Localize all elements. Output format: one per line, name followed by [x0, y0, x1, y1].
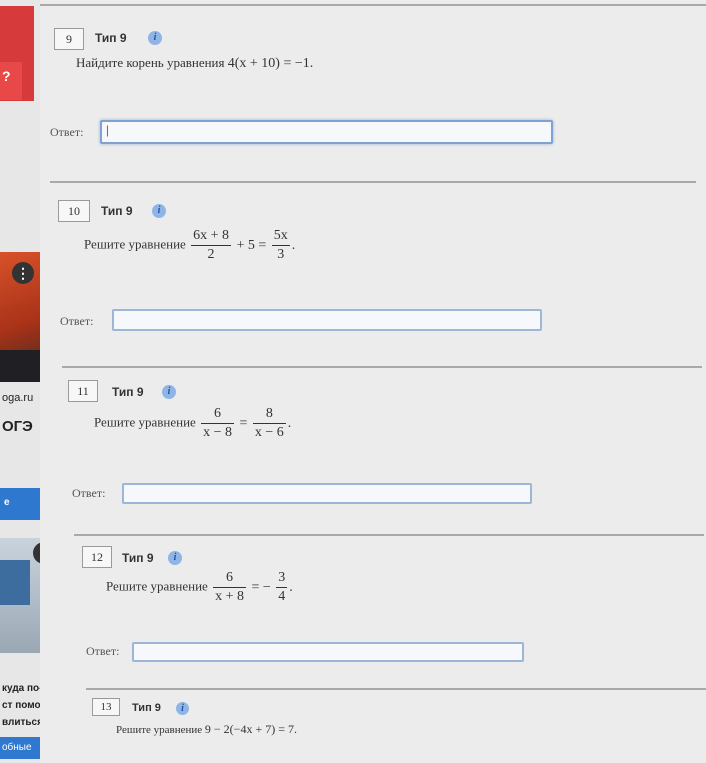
sidebar-exam-label: ОГЭ: [2, 418, 33, 435]
task-divider: [50, 181, 696, 183]
task-type-label: Тип 9: [101, 204, 133, 218]
sidebar-caption-line-1: куда по-: [2, 683, 43, 694]
task-statement: Решите уравнение 6x + 82 + 5 = 5x 3.: [84, 228, 295, 263]
task-equation: 4(x + 10) = −1.: [227, 56, 314, 71]
task-type-label: Тип 9: [112, 385, 144, 399]
task-statement: Решите уравнение 6x + 8 = − 34.: [106, 570, 293, 605]
fraction-denominator: x − 6: [254, 425, 284, 440]
fraction-denominator: 2: [207, 247, 215, 262]
equation-end: .: [287, 415, 292, 431]
task-number-9: 9: [54, 28, 84, 50]
task-equation: 9 − 2(−4x + 7) = 7.: [204, 722, 297, 736]
answer-input-12[interactable]: [132, 642, 524, 662]
fraction-numerator: 5x: [271, 228, 290, 246]
task-divider: [62, 366, 702, 368]
task-number-10: 10: [58, 200, 90, 222]
task-number-11: 11: [68, 380, 98, 402]
question-mark-icon: ?: [2, 68, 11, 84]
answer-label: Ответ:: [50, 125, 84, 139]
task-equation: 6x + 82 + 5 = 5x 3.: [189, 228, 296, 262]
answer-input-9[interactable]: |: [100, 120, 553, 144]
info-icon[interactable]: i: [176, 702, 189, 715]
task-number-13: 13: [92, 698, 120, 716]
task-statement: Найдите корень уравнения 4(x + 10) = −1.: [76, 55, 313, 72]
fraction-numerator: 6: [213, 570, 246, 588]
task-divider: [74, 534, 704, 536]
equation-operator: =: [239, 415, 248, 431]
task-type-label: Тип 9: [122, 551, 154, 565]
task-type-label: Тип 9: [132, 702, 161, 714]
answer-label: Ответ:: [60, 314, 94, 328]
fraction-numerator: 6x + 8: [191, 228, 231, 246]
task-prompt: Найдите корень уравнения: [76, 55, 225, 70]
task-prompt: Решите уравнение: [106, 578, 208, 594]
info-icon[interactable]: i: [148, 31, 162, 45]
equation-operator: + 5 =: [236, 237, 267, 253]
more-options-icon[interactable]: ⋮: [12, 262, 34, 284]
answer-label: Ответ:: [86, 644, 120, 658]
fraction-numerator: 3: [276, 570, 288, 588]
sidebar-ad-image-2-detail: [0, 560, 30, 605]
task-number-12: 12: [82, 546, 112, 568]
task-prompt: Решите уравнение: [116, 724, 203, 736]
fraction-denominator: x + 8: [215, 589, 244, 604]
sidebar-site-label: oga.ru: [2, 392, 34, 404]
task-statement: Решите уравнение 6x − 8 = 8x − 6.: [94, 406, 291, 441]
fraction-denominator: 4: [278, 589, 286, 604]
fraction-numerator: 8: [252, 406, 286, 424]
task-statement: Решите уравнение 9 − 2(−4x + 7) = 7.: [116, 722, 297, 737]
task-divider: [86, 688, 706, 690]
answer-input-11[interactable]: [122, 483, 532, 504]
task-divider: [40, 4, 706, 6]
task-equation: 6x + 8 = − 34.: [211, 570, 293, 604]
info-icon[interactable]: i: [152, 204, 166, 218]
fraction-denominator: 3: [277, 247, 285, 262]
answer-label: Ответ:: [72, 486, 106, 500]
task-prompt: Решите уравнение: [84, 236, 186, 252]
sidebar-caption-line-3: влиться: [2, 717, 43, 728]
info-icon[interactable]: i: [168, 551, 182, 565]
answer-input-10[interactable]: [112, 309, 542, 331]
info-icon[interactable]: i: [162, 385, 176, 399]
fraction-denominator: x − 8: [203, 425, 232, 440]
equation-end: .: [289, 579, 293, 595]
equation-end: .: [291, 237, 296, 253]
task-list: 9 Тип 9 i Найдите корень уравнения 4(x +…: [40, 0, 706, 763]
equation-operator: = −: [251, 579, 271, 595]
task-type-label: Тип 9: [95, 31, 127, 45]
task-equation: 6x − 8 = 8x − 6.: [199, 406, 292, 440]
fraction-numerator: 6: [201, 406, 234, 424]
sidebar-caption-line-2: ст помо-: [2, 700, 44, 711]
task-prompt: Решите уравнение: [94, 414, 196, 430]
